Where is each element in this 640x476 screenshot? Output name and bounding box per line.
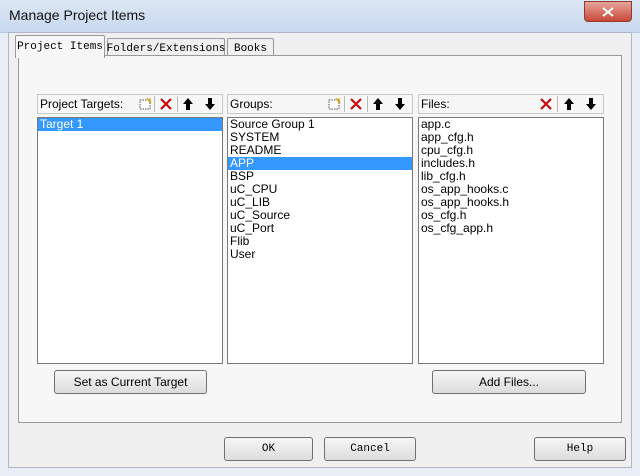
groups-list[interactable]: Source Group 1 SYSTEM README APP BSP uC_…	[227, 117, 413, 364]
list-item[interactable]: uC_Port	[228, 222, 412, 235]
button-label: Help	[566, 443, 594, 455]
list-item[interactable]: User	[228, 248, 412, 261]
button-label: Set as Current Target	[73, 375, 188, 389]
tab-project-items[interactable]: Project Items	[15, 35, 105, 58]
ok-button[interactable]: OK	[224, 437, 313, 461]
list-item[interactable]: APP	[228, 157, 412, 170]
new-target-button[interactable]	[136, 95, 154, 113]
delete-target-button[interactable]	[157, 95, 175, 113]
delete-icon	[540, 98, 552, 110]
delete-file-button[interactable]	[537, 95, 555, 113]
list-item[interactable]: os_cfg_app.h	[419, 222, 603, 235]
button-label: Add Files...	[478, 375, 540, 389]
new-item-icon	[139, 97, 152, 110]
delete-icon	[160, 98, 172, 110]
tab-label: Folders/Extensions	[106, 42, 226, 55]
toolbar-separator	[344, 96, 345, 112]
targets-list[interactable]: Target 1	[37, 117, 223, 364]
arrow-up-icon	[183, 98, 193, 110]
toolbar-separator	[154, 96, 155, 112]
list-item[interactable]: README	[228, 144, 412, 157]
tab-label: Project Items	[17, 41, 103, 53]
groups-label: Groups:	[230, 97, 273, 111]
arrow-down-icon	[205, 98, 215, 110]
add-files-button[interactable]: Add Files...	[432, 370, 586, 394]
window-title: Manage Project Items	[9, 7, 146, 23]
toolbar-separator	[557, 96, 558, 112]
close-icon	[602, 6, 614, 17]
button-label: Cancel	[350, 443, 390, 455]
button-label: OK	[261, 443, 276, 455]
targets-label: Project Targets:	[40, 97, 124, 111]
delete-icon	[350, 98, 362, 110]
move-up-target-button[interactable]	[179, 95, 197, 113]
list-item[interactable]: Target 1	[38, 118, 222, 131]
help-button[interactable]: Help	[534, 437, 626, 461]
move-down-group-button[interactable]	[391, 95, 409, 113]
new-group-button[interactable]	[325, 95, 343, 113]
move-up-file-button[interactable]	[560, 95, 578, 113]
new-item-icon	[328, 97, 341, 110]
cancel-button[interactable]: Cancel	[324, 437, 416, 461]
toolbar-separator	[367, 96, 368, 112]
window-close-button[interactable]	[584, 1, 632, 22]
arrow-up-icon	[564, 98, 574, 110]
tab-label: Books	[233, 42, 267, 55]
files-label: Files:	[421, 97, 450, 111]
arrow-down-icon	[395, 98, 405, 110]
set-current-target-button[interactable]: Set as Current Target	[54, 370, 207, 394]
title-bar: Manage Project Items	[0, 0, 640, 33]
move-down-file-button[interactable]	[582, 95, 600, 113]
move-down-target-button[interactable]	[201, 95, 219, 113]
arrow-down-icon	[586, 98, 596, 110]
arrow-up-icon	[373, 98, 383, 110]
list-item[interactable]: Flib	[228, 235, 412, 248]
delete-group-button[interactable]	[347, 95, 365, 113]
files-list[interactable]: app.c app_cfg.h cpu_cfg.h includes.h lib…	[418, 117, 604, 364]
move-up-group-button[interactable]	[369, 95, 387, 113]
toolbar-separator	[177, 96, 178, 112]
